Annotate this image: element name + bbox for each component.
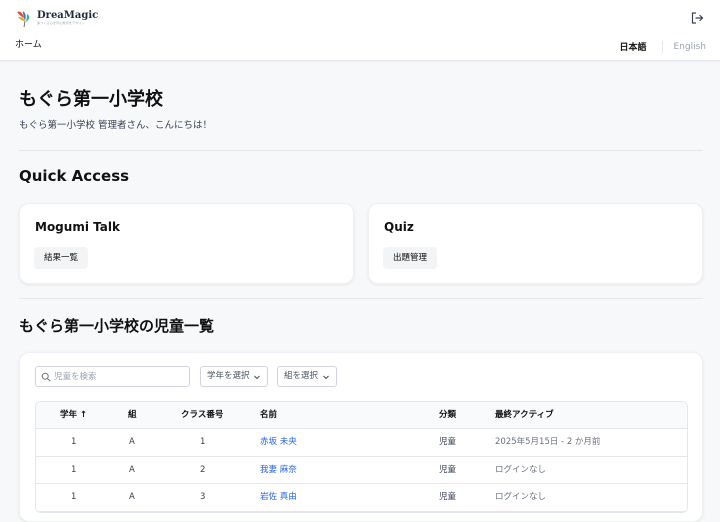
cell-number: 2 <box>200 464 206 475</box>
cell-grade: 1 <box>71 437 77 447</box>
chevron-down-icon <box>323 375 329 380</box>
student-name-link[interactable]: 岩佐 真由 <box>260 484 297 511</box>
logo[interactable]: DreaMagic 夢つくる心を育む教育をデザイン <box>14 8 98 28</box>
logo-name: DreaMagic <box>37 10 99 21</box>
grade-select[interactable]: 学年を選択 <box>200 366 268 387</box>
lang-ja-button[interactable]: 日本語 <box>619 40 661 53</box>
cell-number: 3 <box>200 492 206 502</box>
logout-icon[interactable] <box>690 11 704 25</box>
cell-last-active: 2025年5月15日 - 2 か月前 <box>495 437 601 447</box>
results-list-button[interactable]: 結果一覧 <box>34 247 89 269</box>
column-header-grade[interactable]: 学年 ↑ <box>60 402 87 429</box>
logo-mark-icon <box>17 11 30 28</box>
language-switcher: 日本語 English <box>619 40 706 53</box>
nav-home-link[interactable]: ホーム <box>15 37 42 50</box>
table-row: 1 A 1 赤坂 未央 児童 2025年5月15日 - 2 か月前 <box>36 429 687 457</box>
grade-select-label: 学年を選択 <box>207 371 250 381</box>
cell-category: 児童 <box>439 464 457 475</box>
cell-last-active: ログインなし <box>495 464 547 475</box>
table-row: 1 A 2 我妻 麻奈 児童 ログインなし <box>36 456 687 484</box>
cell-grade: 1 <box>71 492 77 502</box>
cell-category: 児童 <box>439 492 457 502</box>
class-select[interactable]: 組を選択 <box>277 366 337 387</box>
quick-access-title: Quick Access <box>19 167 130 185</box>
students-table: 学年 ↑ 組 クラス番号 名前 分類 最終アクティブ 1 A 1 赤坂 未央 児… <box>35 401 688 513</box>
cell-class: A <box>129 437 135 447</box>
class-select-label: 組を選択 <box>284 371 319 381</box>
students-panel: 学年を選択 組を選択 学年 ↑ 組 クラス番号 名前 分類 最終アクティブ 1 … <box>19 352 703 522</box>
section-divider <box>19 150 703 151</box>
cell-grade: 1 <box>71 464 77 475</box>
chevron-down-icon <box>254 375 260 380</box>
lang-en-button[interactable]: English <box>663 42 707 52</box>
section-divider <box>19 298 703 299</box>
cell-category: 児童 <box>439 437 457 447</box>
card-title: Mogumi Talk <box>35 220 120 234</box>
card-title: Quiz <box>384 220 414 234</box>
logo-tagline: 夢つくる心を育む教育をデザイン <box>37 21 85 25</box>
search-box <box>35 366 190 387</box>
student-name-link[interactable]: 我妻 麻奈 <box>260 457 297 484</box>
search-icon <box>41 372 51 382</box>
table-row: 1 A 3 岩佐 真由 児童 ログインなし <box>36 484 687 512</box>
column-header-class: 組 <box>128 410 137 420</box>
cell-class: A <box>129 464 135 475</box>
column-header-category: 分類 <box>439 410 457 420</box>
column-header-number: クラス番号 <box>181 410 224 420</box>
students-section-title: もぐら第一小学校の児童一覧 <box>19 317 215 335</box>
card-mogumi-talk: Mogumi Talk 結果一覧 <box>19 203 354 284</box>
greeting-text: もぐら第一小学校 管理者さん、こんにちは！ <box>19 120 213 131</box>
page-title: もぐら第一小学校 <box>19 89 163 110</box>
sort-ascending-icon: ↑ <box>79 410 88 420</box>
student-name-link[interactable]: 赤坂 未央 <box>260 429 297 456</box>
student-search-input[interactable] <box>54 368 184 385</box>
card-quiz: Quiz 出題管理 <box>368 203 703 284</box>
quiz-manage-button[interactable]: 出題管理 <box>383 247 438 269</box>
column-header-name: 名前 <box>260 410 278 420</box>
cell-last-active: ログインなし <box>495 492 547 502</box>
column-header-last-active: 最終アクティブ <box>495 410 554 420</box>
top-header: DreaMagic 夢つくる心を育む教育をデザイン ホーム 日本語 Englis… <box>0 0 720 61</box>
cell-class: A <box>129 492 135 502</box>
cell-number: 1 <box>200 437 206 447</box>
table-header: 学年 ↑ 組 クラス番号 名前 分類 最終アクティブ <box>36 402 687 429</box>
